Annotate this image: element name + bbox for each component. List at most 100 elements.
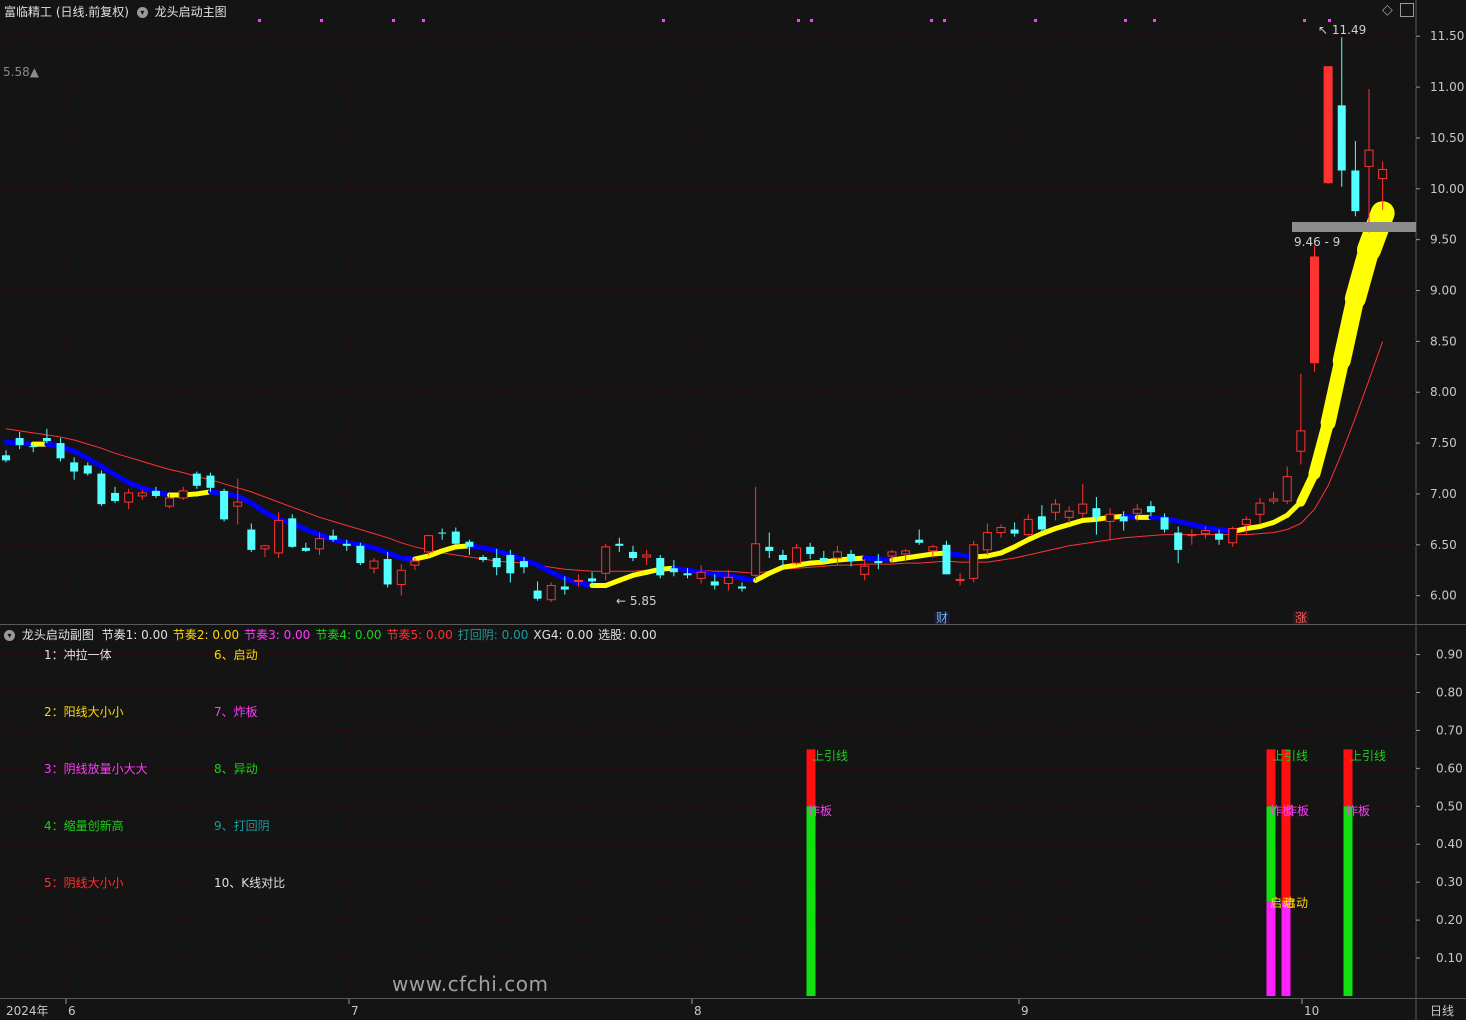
candle-body	[1255, 502, 1265, 515]
candle-body	[383, 559, 392, 585]
high-price-label: ↖ 11.49	[1318, 23, 1366, 37]
candle-body	[1228, 528, 1238, 544]
price-axis-label: 8.50	[1430, 334, 1457, 348]
legend-left-item-5: 5：阴线大小小	[44, 876, 124, 890]
candle-body	[1323, 66, 1333, 184]
signal-dot	[422, 19, 425, 22]
candle-body	[314, 538, 324, 550]
sub-axis-label: 0.40	[1436, 837, 1463, 851]
candle-body	[792, 547, 802, 564]
price-axis-label: 8.00	[1430, 385, 1457, 399]
candle-body	[887, 551, 897, 557]
candle-body	[369, 560, 379, 569]
candle-body	[29, 446, 38, 448]
candle-body	[683, 573, 692, 576]
candle-body	[465, 541, 474, 547]
signal-dot	[1303, 19, 1306, 22]
signal-dot	[930, 19, 933, 22]
sub-axis-label: 0.60	[1436, 761, 1463, 775]
sub-value-1: 节奏1: 0.00	[101, 628, 168, 642]
sub-value-2: 节奏2: 0.00	[172, 628, 240, 642]
candle-body	[83, 465, 92, 474]
signal-dot	[258, 19, 261, 22]
sub-axis-label: 0.30	[1436, 875, 1463, 889]
price-axis-label: 11.50	[1430, 29, 1464, 43]
signal-dot	[320, 19, 323, 22]
candle-body	[1023, 518, 1033, 536]
candle-body	[573, 579, 583, 582]
candle-body	[178, 490, 188, 499]
price-axis-label: 6.50	[1430, 538, 1457, 552]
candle-body	[832, 551, 842, 559]
sub-axis-label: 0.90	[1436, 648, 1463, 662]
candle-body	[560, 586, 569, 590]
sub-value-4: 节奏4: 0.00	[315, 628, 382, 642]
time-axis-year: 2024年	[6, 1004, 49, 1018]
candle-body	[438, 532, 447, 534]
candle-body	[1364, 149, 1374, 167]
candle-body	[1282, 476, 1292, 502]
candle-body	[1241, 518, 1251, 525]
candle-body	[288, 518, 297, 547]
sub-value-3: 节奏3: 0.00	[244, 628, 311, 642]
signal-dot	[1034, 19, 1037, 22]
sub-axis-label: 0.70	[1436, 723, 1463, 737]
candle-body	[1174, 532, 1183, 550]
candle-body	[669, 568, 678, 573]
candle-body	[1119, 516, 1128, 522]
sub-chart-header: ▾ 龙头启动副图 节奏1: 0.00 节奏2: 0.00 节奏3: 0.00 节奏4:…	[4, 626, 662, 643]
prev-close-mark: 5.58▲	[3, 65, 39, 79]
time-axis-month: 8	[694, 1004, 702, 1018]
candle-body	[806, 546, 815, 554]
candlestick-chart[interactable]: 11.50 11.00 10.50 10.00 9.50 9.00 8.50 8.00 7.50…	[0, 0, 1466, 1020]
candle-body	[615, 543, 624, 546]
candle-body	[15, 437, 24, 446]
candle-body	[860, 565, 870, 575]
price-axis-label: 9.00	[1430, 284, 1457, 298]
signal-bar-green	[1343, 806, 1353, 996]
signal-bar-green	[806, 806, 816, 996]
candle-body	[301, 547, 310, 551]
candle-body	[969, 544, 979, 579]
candle-body	[1078, 503, 1088, 514]
candle-body	[111, 492, 120, 502]
candle-body	[628, 551, 637, 559]
stock-title[interactable]: 富临精工 (日线.前复权)	[4, 5, 129, 19]
legend-left-item-1: 1：冲拉一体	[44, 648, 112, 662]
candle-body	[97, 473, 106, 505]
main-indicator-name[interactable]: 龙头启动主图	[155, 5, 227, 19]
candle-body	[1309, 256, 1319, 364]
candle-body	[955, 578, 965, 581]
candle-body	[1105, 513, 1115, 522]
candle-body	[1051, 503, 1061, 513]
sub-axis-label: 0.20	[1436, 913, 1463, 927]
dropdown-circle-icon[interactable]: ▾	[136, 7, 148, 18]
candle-body	[588, 578, 597, 582]
panel-toggle-icon[interactable]	[1400, 3, 1414, 17]
candle-body	[1351, 170, 1360, 212]
candle-body	[260, 545, 270, 550]
candle-body	[329, 535, 338, 540]
sub-indicator-name[interactable]: 龙头启动副图	[22, 628, 94, 642]
candle-body	[410, 560, 420, 566]
sub-axis-label: 0.50	[1436, 799, 1463, 813]
candle-body	[901, 550, 911, 555]
timeframe-button[interactable]: 日线	[1418, 1002, 1466, 1020]
candle-body	[451, 531, 460, 544]
candle-body	[233, 501, 243, 507]
signal-label-zhaban: 炸板	[808, 804, 832, 818]
signal-dot	[662, 19, 665, 22]
sub-value-8: 选股: 0.00	[598, 628, 657, 642]
candle-body	[1037, 516, 1046, 530]
event-badge-rise: 涨	[1295, 610, 1307, 625]
time-axis-month: 6	[68, 1004, 76, 1018]
signal-dot	[1153, 19, 1156, 22]
dropdown-circle-icon[interactable]: ▾	[4, 630, 15, 641]
candle-body	[1378, 168, 1388, 180]
legend-left-item-2: 2：阳线大小小	[44, 705, 124, 719]
candle-body	[396, 569, 406, 585]
diamond-icon[interactable]: ◇	[1382, 2, 1393, 18]
sub-value-5: 节奏5: 0.00	[386, 628, 453, 642]
candle-body	[1269, 498, 1279, 502]
candle-body	[42, 437, 51, 442]
